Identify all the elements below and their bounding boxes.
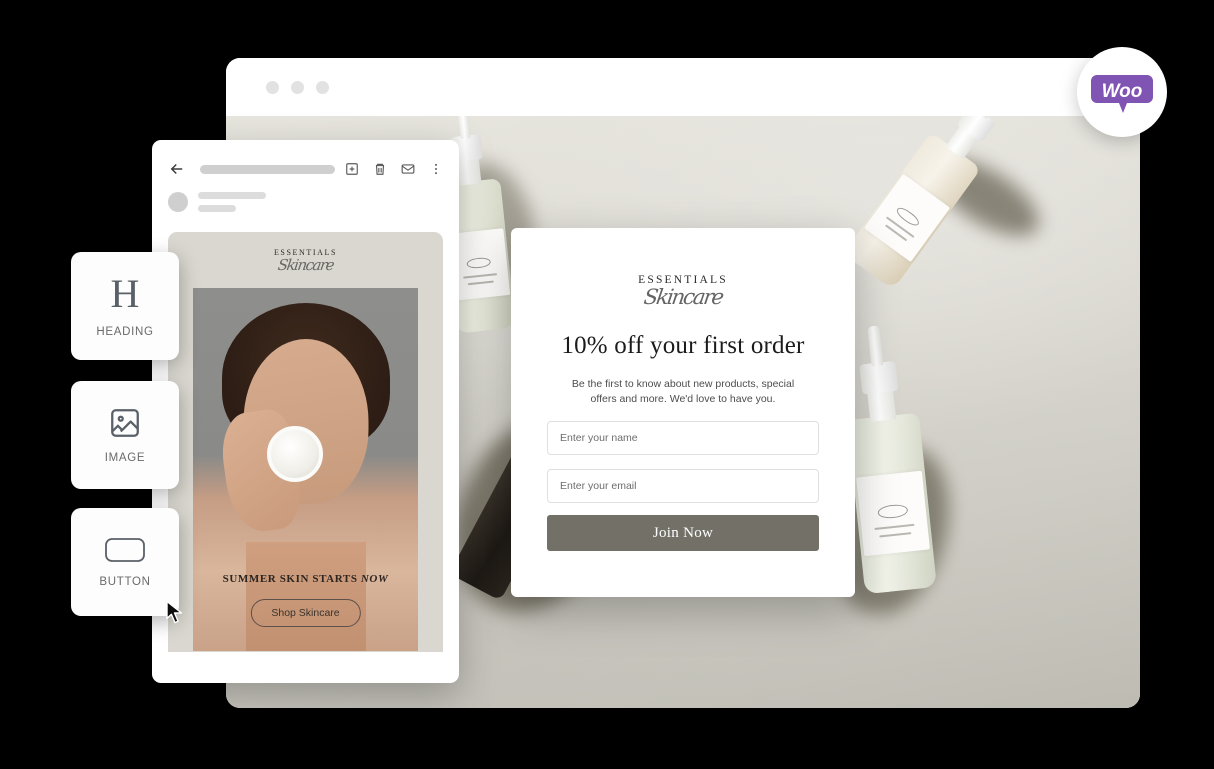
popup-brand-lockup: ESSENTIALS Skincare bbox=[547, 274, 819, 316]
widget-label-button: BUTTON bbox=[99, 576, 151, 588]
email-toolbar bbox=[152, 140, 459, 178]
traffic-light-maximize[interactable] bbox=[316, 80, 329, 94]
hero-cream-jar bbox=[267, 425, 324, 482]
sender-address-placeholder bbox=[198, 205, 236, 212]
sender-name-placeholder bbox=[198, 192, 266, 199]
screenshot-stage: Woo ESSENTIALS Skincare 10% off your fir… bbox=[0, 0, 1214, 769]
popup-name-placeholder: Enter your name bbox=[560, 432, 638, 444]
popup-subtitle: Be the first to know about new products,… bbox=[571, 378, 795, 405]
hero-caption-text: SUMMER SKIN STARTS bbox=[222, 573, 361, 585]
svg-text:Woo: Woo bbox=[1102, 81, 1143, 102]
widget-label-image: IMAGE bbox=[104, 452, 146, 464]
popup-title: 10% off your first order bbox=[561, 332, 805, 359]
avatar bbox=[168, 192, 188, 212]
shop-skincare-button[interactable]: Shop Skincare bbox=[250, 599, 361, 627]
button-icon bbox=[104, 536, 146, 564]
heading-glyph: H bbox=[110, 271, 140, 316]
widget-card-button[interactable]: BUTTON bbox=[71, 508, 179, 616]
trash-icon[interactable] bbox=[373, 162, 387, 176]
widget-card-image[interactable]: IMAGE bbox=[71, 381, 179, 489]
popup-email-field[interactable]: Enter your email bbox=[547, 469, 819, 503]
widget-card-heading[interactable]: H HEADING bbox=[71, 252, 179, 360]
browser-title-bar bbox=[226, 58, 1140, 116]
image-icon bbox=[108, 406, 142, 440]
email-client-panel: ESSENTIALS Skincare SUMMER SKIN STARTS N… bbox=[152, 140, 459, 683]
more-vertical-icon[interactable] bbox=[429, 162, 443, 176]
email-brand-script: Skincare bbox=[276, 256, 335, 274]
email-subject-placeholder bbox=[200, 164, 335, 174]
mail-icon[interactable] bbox=[401, 162, 415, 176]
hero-neck bbox=[245, 542, 366, 651]
woo-logo-icon: Woo bbox=[1091, 75, 1153, 113]
popup-name-field[interactable]: Enter your name bbox=[547, 421, 819, 455]
archive-icon[interactable] bbox=[345, 162, 359, 176]
mouse-pointer-icon bbox=[166, 600, 183, 624]
email-message-body: ESSENTIALS Skincare SUMMER SKIN STARTS N… bbox=[168, 232, 443, 652]
email-hero-caption: SUMMER SKIN STARTS NOW bbox=[193, 573, 418, 585]
back-arrow-icon[interactable] bbox=[168, 160, 186, 178]
woo-brand-badge: Woo bbox=[1077, 47, 1167, 137]
optin-popup: ESSENTIALS Skincare 10% off your first o… bbox=[511, 228, 855, 597]
traffic-light-close[interactable] bbox=[266, 80, 279, 94]
email-sender-row bbox=[152, 178, 459, 212]
widget-label-heading: HEADING bbox=[96, 326, 154, 338]
hero-caption-emphasis: NOW bbox=[360, 573, 389, 585]
popup-email-placeholder: Enter your email bbox=[560, 480, 637, 492]
popup-submit-button[interactable]: Join Now bbox=[547, 515, 819, 551]
heading-icon: H bbox=[111, 274, 140, 314]
popup-brand-script: Skincare bbox=[642, 285, 724, 309]
traffic-light-minimize[interactable] bbox=[291, 80, 304, 94]
email-hero-image: SUMMER SKIN STARTS NOW Shop Skincare bbox=[193, 288, 418, 651]
